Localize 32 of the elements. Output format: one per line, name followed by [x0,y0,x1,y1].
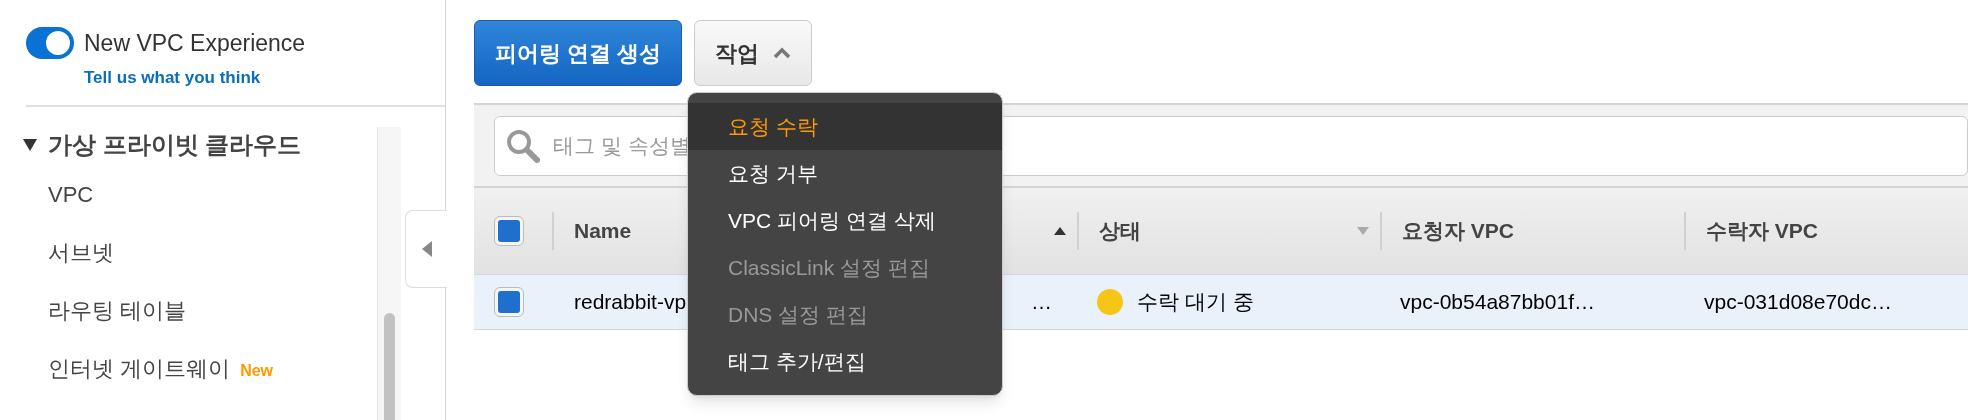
feedback-link[interactable]: Tell us what you think [84,64,261,90]
collapse-icon [420,240,433,258]
sort-icon[interactable] [1053,226,1067,236]
checkbox[interactable] [494,287,524,317]
sidebar-section-title[interactable]: 가상 프라이빗 클라우드 [48,127,302,163]
table-cell-text: vpc-0b54a87bb01f… [1400,289,1595,316]
scrollbar[interactable] [377,127,401,420]
column-header[interactable]: 상태 [1099,215,1141,247]
sidebar-item[interactable]: 서브넷 [48,235,114,269]
sidebar-item[interactable]: 라우팅 테이블 [48,293,187,327]
table-cell-text: 수락 대기 중 [1137,289,1254,316]
menu-item[interactable]: 요청 수락 [688,103,1002,150]
collapse-caret-icon[interactable] [22,138,38,152]
checkbox[interactable] [494,216,524,246]
collapse-tab[interactable] [405,210,447,288]
column-header[interactable]: 요청자 VPC [1402,215,1514,247]
table-cell-text: … [1031,289,1052,316]
toggle-switch[interactable] [26,27,74,60]
menu-item[interactable]: VPC 피어링 연결 삭제 [688,197,1002,244]
table-cell-text: redrabbit-vp [574,289,687,316]
create-peering-button[interactable]: 피어링 연결 생성 [474,20,683,86]
sidebar-item[interactable]: 인터넷 게이트웨이 [48,351,231,385]
table-cell-text: vpc-031d08e70dc… [1704,289,1892,316]
actions-button[interactable]: 작업 [694,20,813,86]
search-icon [506,128,540,163]
column-header[interactable]: 수락자 VPC [1706,215,1818,247]
column-header[interactable]: Name [574,215,632,247]
new-label: New [240,361,274,381]
toggle-label: New VPC Experience [84,29,306,58]
scrollbar-thumb[interactable] [384,313,395,420]
menu-item[interactable]: 태그 추가/편집 [688,338,1002,385]
sidebar-item[interactable]: VPC [48,177,94,211]
